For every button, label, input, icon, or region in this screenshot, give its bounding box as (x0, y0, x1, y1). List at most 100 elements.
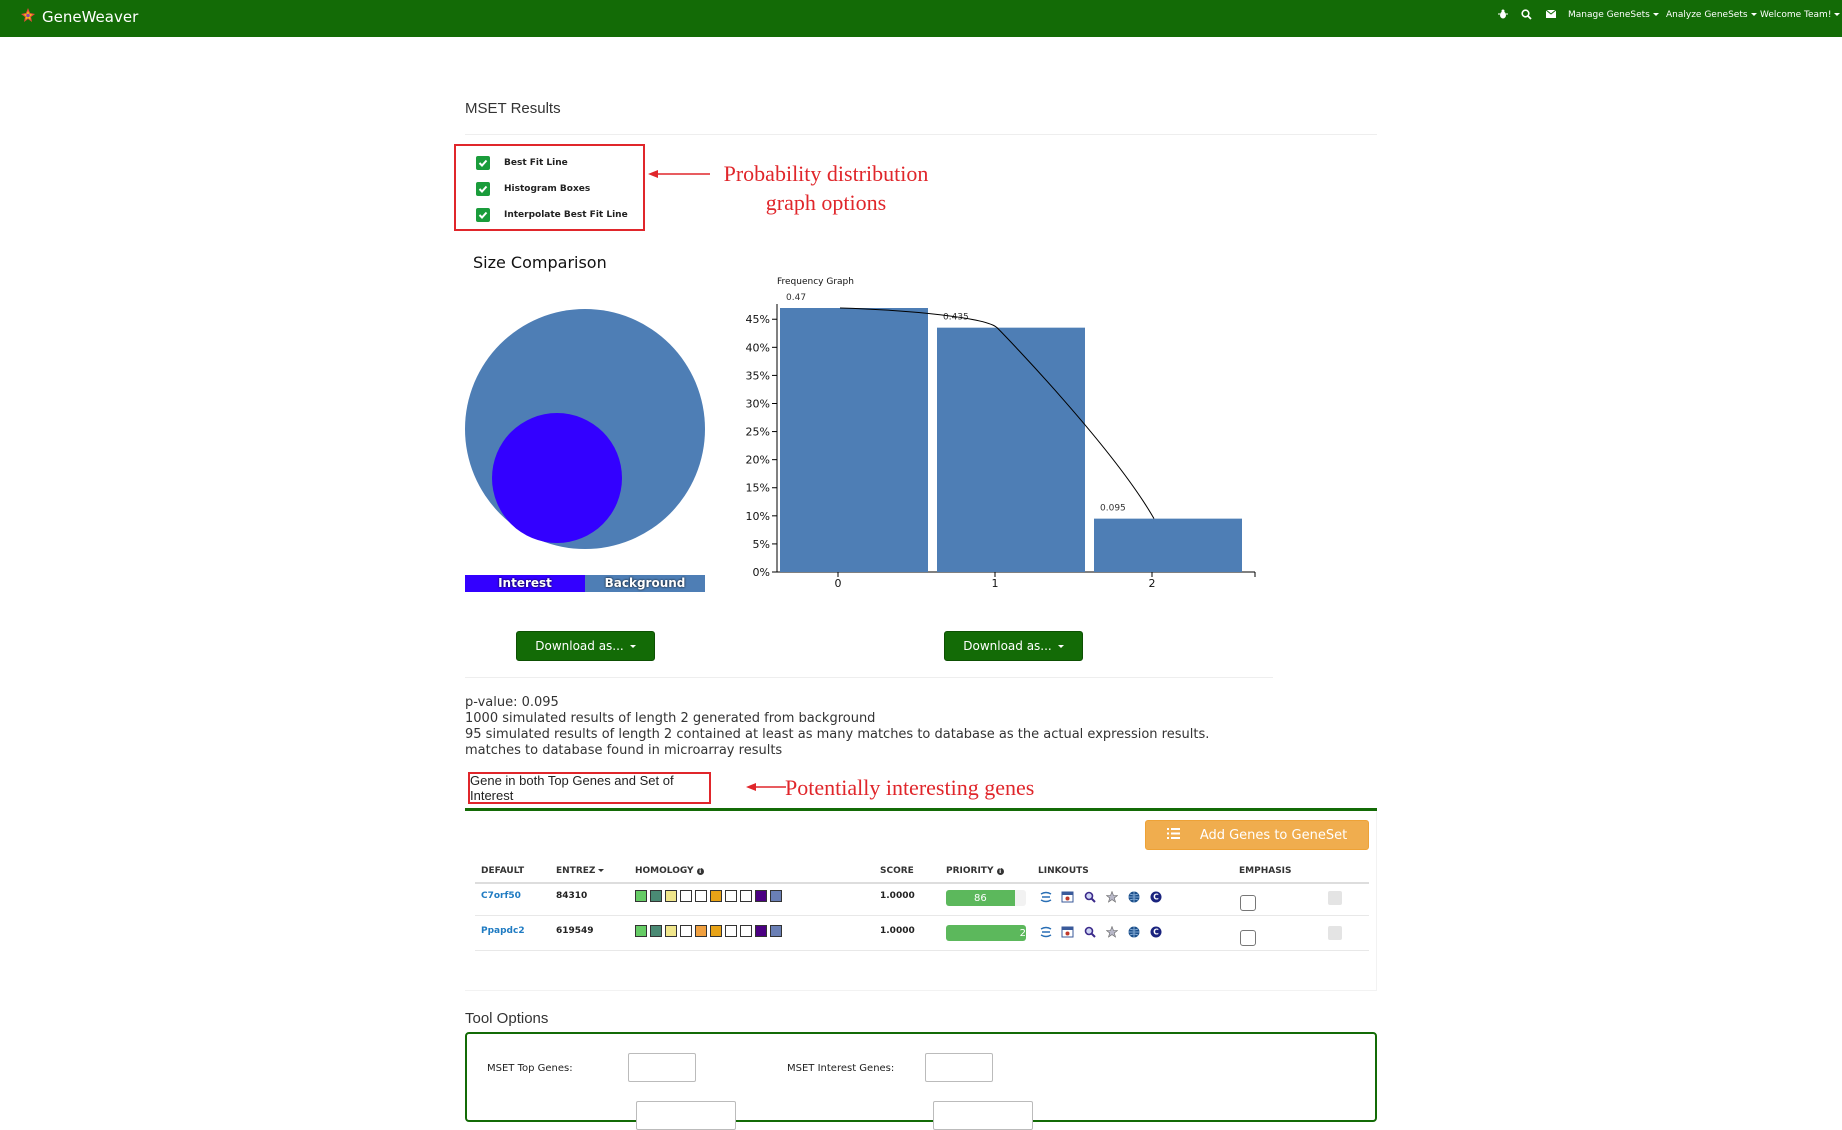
ncbi-globe-icon[interactable] (1126, 889, 1141, 904)
add-genes-button[interactable]: Add Genes to GeneSet (1145, 820, 1369, 850)
interest-genes-input[interactable] (925, 1053, 993, 1082)
ncbi-globe-icon[interactable] (1126, 924, 1141, 939)
homology-squares (635, 925, 782, 937)
option-interpolate-best-fit-line[interactable]: Interpolate Best Fit Line (476, 208, 628, 222)
y-tick-label: 0% (753, 566, 770, 579)
homology-square[interactable] (770, 890, 782, 902)
row-select-box[interactable] (1328, 891, 1342, 905)
stats-line: 95 simulated results of length 2 contain… (465, 727, 1210, 742)
homology-square[interactable] (710, 925, 722, 937)
homology-squares (635, 890, 782, 902)
tool-option-select[interactable] (933, 1101, 1033, 1130)
chevron-down-icon (1750, 13, 1757, 16)
top-genes-label: MSET Top Genes: (487, 1063, 573, 1074)
gene-symbol-link[interactable]: C7orf50 (481, 891, 521, 901)
analyze-genesets-menu[interactable]: Analyze GeneSets (1666, 10, 1757, 20)
annotation-arrow (648, 170, 710, 178)
homology-square[interactable] (695, 890, 707, 902)
homology-square[interactable] (740, 890, 752, 902)
genes-annotation: Potentially interesting genes (785, 775, 1035, 800)
magnifier-db-icon[interactable] (1082, 924, 1097, 939)
x-tick-label: 2 (1149, 577, 1156, 590)
tab-genes-both[interactable]: Gene in both Top Genes and Set of Intere… (468, 772, 711, 804)
brand-name: GeneWeaver (42, 8, 139, 26)
col-homology[interactable]: HOMOLOGY i (635, 866, 704, 876)
table-header-rule (475, 882, 1369, 884)
homologene-icon[interactable] (1038, 889, 1053, 904)
download-chart-button[interactable]: Download as... (944, 631, 1083, 661)
entrez-id: 619549 (556, 926, 594, 936)
chevron-down-icon (1834, 13, 1841, 16)
homology-square[interactable] (665, 925, 677, 937)
star-db-icon[interactable] (1104, 889, 1119, 904)
option-best-fit-line[interactable]: Best Fit Line (476, 156, 568, 170)
homology-square[interactable] (635, 890, 647, 902)
homology-square[interactable] (770, 925, 782, 937)
user-menu[interactable]: Welcome Team! (1760, 10, 1841, 20)
homologene-icon[interactable] (1038, 924, 1053, 939)
homology-square[interactable] (680, 890, 692, 902)
option-histogram-boxes[interactable]: Histogram Boxes (476, 182, 590, 196)
homology-square[interactable] (725, 925, 737, 937)
homology-square[interactable] (725, 890, 737, 902)
y-tick-label: 25% (746, 426, 770, 439)
emphasis-checkbox[interactable] (1240, 930, 1256, 946)
homology-square[interactable] (665, 890, 677, 902)
homology-square[interactable] (755, 890, 767, 902)
info-icon[interactable]: i (996, 868, 1004, 875)
gene-symbol-link[interactable]: Ppapdc2 (481, 926, 525, 936)
homology-square[interactable] (695, 925, 707, 937)
calendar-db-icon[interactable] (1060, 924, 1075, 939)
info-icon[interactable]: i (696, 868, 704, 875)
tool-options-title: Tool Options (465, 1010, 549, 1027)
search-icon[interactable] (1521, 9, 1532, 23)
calendar-db-icon[interactable] (1060, 889, 1075, 904)
svg-text:C: C (1153, 927, 1159, 936)
manage-genesets-menu[interactable]: Manage GeneSets (1568, 10, 1659, 20)
brand[interactable]: GeneWeaver (20, 5, 138, 29)
homology-square[interactable] (710, 890, 722, 902)
graph-options-highlight-box: Best Fit Line Histogram Boxes Interpolat… (454, 144, 645, 231)
linkouts: C (1038, 889, 1163, 904)
option-label: Histogram Boxes (504, 184, 591, 194)
x-tick-label: 1 (992, 577, 999, 590)
chart-title: Frequency Graph (777, 277, 854, 287)
checkbox-checked-icon[interactable] (476, 208, 490, 222)
checkbox-checked-icon[interactable] (476, 156, 490, 170)
download-venn-button[interactable]: Download as... (516, 631, 655, 661)
data-label: 0.47 (786, 293, 806, 303)
envelope-icon[interactable] (1545, 9, 1557, 21)
y-tick-label: 45% (746, 313, 770, 326)
bar (1094, 518, 1242, 572)
top-genes-input[interactable] (628, 1053, 696, 1082)
bar (937, 327, 1085, 572)
homology-square[interactable] (635, 925, 647, 937)
star-db-icon[interactable] (1104, 924, 1119, 939)
genecards-icon[interactable]: C (1148, 924, 1163, 939)
bug-icon[interactable] (1498, 9, 1508, 22)
homology-square[interactable] (650, 890, 662, 902)
magnifier-db-icon[interactable] (1082, 889, 1097, 904)
priority-fill: 2 (946, 925, 1026, 941)
homology-square[interactable] (680, 925, 692, 937)
genecards-icon[interactable]: C (1148, 889, 1163, 904)
col-score[interactable]: SCORE (880, 866, 914, 876)
download-label: Download as... (963, 639, 1052, 653)
sort-caret-icon (598, 869, 605, 872)
y-tick-label: 20% (746, 454, 770, 467)
y-tick-label: 10% (746, 510, 770, 523)
option-label: Best Fit Line (504, 158, 568, 168)
col-priority[interactable]: PRIORITY i (946, 866, 1004, 876)
tool-option-select[interactable] (636, 1101, 736, 1130)
emphasis-checkbox[interactable] (1240, 895, 1256, 911)
homology-square[interactable] (740, 925, 752, 937)
col-entrez[interactable]: ENTREZ (556, 866, 605, 876)
homology-square[interactable] (650, 925, 662, 937)
col-default[interactable]: DEFAULT (481, 866, 524, 876)
divider (465, 677, 1273, 678)
linkouts: C (1038, 924, 1163, 939)
checkbox-checked-icon[interactable] (476, 182, 490, 196)
row-select-box[interactable] (1328, 926, 1342, 940)
legend-background: Background (585, 575, 705, 592)
homology-square[interactable] (755, 925, 767, 937)
